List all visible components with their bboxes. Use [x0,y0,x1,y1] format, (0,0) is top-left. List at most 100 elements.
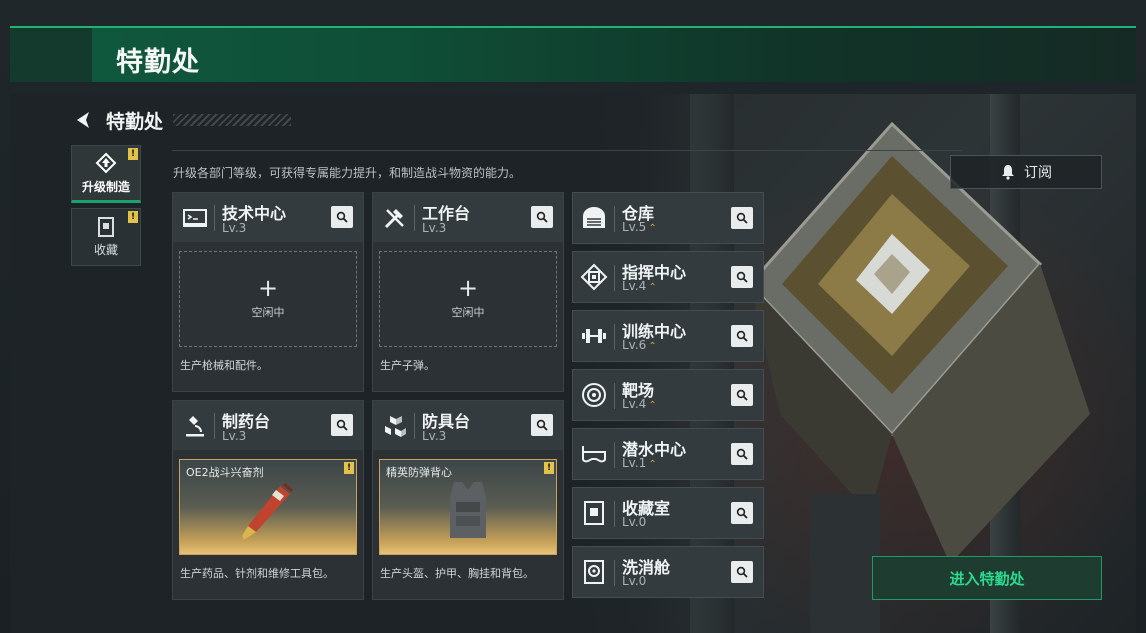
facility-collection-room[interactable]: 收藏室 Lv.0 [572,487,764,539]
nav-title: 特勤处 [106,110,164,133]
facility-level: Lv.6 ⌃ [622,338,657,352]
production-slot[interactable]: + 空闲中 [179,251,357,347]
search-icon [336,211,348,223]
app-screen: 特勤处 特勤处 ! 升级制造 ! 收藏 升级各部门等级，可获得专属能力提升，和制… [0,0,1146,633]
facility-level: Lv.0 [622,574,647,588]
subscribe-label: 订阅 [1024,165,1052,181]
dept-card-header[interactable]: 工作台 Lv.3 [373,193,563,242]
production-slot[interactable]: + 空闲中 [379,251,557,347]
search-button[interactable] [731,384,753,406]
dept-description: 生产子弹。 [380,359,435,372]
search-icon [736,448,748,460]
search-icon [736,271,748,283]
search-icon [736,507,748,519]
search-button[interactable] [331,206,353,228]
target-icon [582,383,606,407]
dept-card-pharmacy: 制药台 Lv.3 OE2战斗兴奋剂 ! 生产药品、针剂和维修工具包。 [172,400,364,600]
facility-level: Lv.5 ⌃ [622,220,657,234]
search-button[interactable] [731,266,753,288]
item-name: 精英防弹背心 [386,466,452,479]
back-arrow-icon[interactable] [72,109,94,131]
decontamination-icon [584,560,604,584]
bell-icon [1002,165,1014,180]
search-button[interactable] [331,414,353,436]
notification-badge: ! [344,462,354,474]
tab-label: 收藏 [93,242,118,257]
section-description: 升级各部门等级，可获得专属能力提升，和制造战斗物资的能力。 [173,166,522,180]
subscribe-button[interactable]: 订阅 [950,155,1102,189]
main-panel: 特勤处 ! 升级制造 ! 收藏 升级各部门等级，可获得专属能力提升，和制造战斗物… [10,94,1136,633]
nav-bar: 特勤处 [72,104,292,136]
facility-level: Lv.4 ⌃ [622,279,657,293]
nav-title-decoration [173,114,292,126]
computer-terminal-icon [183,209,207,227]
slot-status: 空闲中 [251,306,285,319]
search-button[interactable] [531,414,553,436]
tab-collection[interactable]: ! 收藏 [71,208,141,266]
search-icon [736,566,748,578]
collection-cabinet-icon [98,216,114,237]
facility-command-center[interactable]: 指挥中心 Lv.4 ⌃ [572,251,764,303]
dept-description: 生产枪械和配件。 [180,359,268,372]
stimulant-injector-image [242,482,293,540]
dept-card-header[interactable]: 制药台 Lv.3 [173,401,363,450]
window-header: 特勤处 [10,26,1136,82]
notification-badge: ! [544,462,554,474]
window-title: 特勤处 [116,47,200,78]
dept-level: Lv.3 [422,221,447,235]
dept-description: 生产头盔、护甲、胸挂和背包。 [380,567,534,580]
search-icon [736,212,748,224]
notification-badge: ! [128,148,138,160]
divider [172,150,962,151]
facility-diving-center[interactable]: 潜水中心 Lv.1 ⌃ [572,428,764,480]
dept-level: Lv.3 [422,429,447,443]
dept-card-header[interactable]: 技术中心 Lv.3 [173,193,363,242]
armor-blocks-icon [385,416,406,437]
search-icon [536,419,548,431]
slot-status: 空闲中 [451,306,485,319]
search-icon [336,419,348,431]
search-button[interactable] [731,325,753,347]
facility-decontamination-chamber[interactable]: 洗消舱 Lv.0 [572,546,764,598]
search-button[interactable] [531,206,553,228]
notification-badge: ! [128,211,138,223]
diving-mask-icon [582,446,606,463]
production-slot[interactable]: OE2战斗兴奋剂 ! [179,459,357,555]
facility-level: Lv.1 ⌃ [622,456,657,470]
enter-special-ops-button[interactable]: 进入特勤处 [872,556,1102,600]
dept-description: 生产药品、针剂和维修工具包。 [180,567,334,580]
search-button[interactable] [731,443,753,465]
tab-upgrade-manufacture[interactable]: ! 升级制造 [71,145,141,203]
level-up-arrow-icon: ⌃ [648,282,657,293]
dept-level: Lv.3 [222,221,247,235]
dumbbell-icon [582,329,606,343]
header-accent [10,28,92,82]
level-up-arrow-icon: ⌃ [648,223,657,234]
tab-label: 升级制造 [81,179,130,194]
search-button[interactable] [731,561,753,583]
search-button[interactable] [731,207,753,229]
dept-level: Lv.3 [222,429,247,443]
upgrade-gear-icon [95,152,117,173]
facility-level: Lv.4 ⌃ [622,397,657,411]
facility-training-center[interactable]: 训练中心 Lv.6 ⌃ [572,310,764,362]
level-up-arrow-icon: ⌃ [648,459,657,470]
microscope-icon [186,416,204,437]
facility-shooting-range[interactable]: 靶场 Lv.4 ⌃ [572,369,764,421]
facility-warehouse[interactable]: 仓库 Lv.5 ⌃ [572,192,764,244]
dept-card-header[interactable]: 防具台 Lv.3 [373,401,563,450]
armor-vest-image [450,482,486,538]
add-icon: + [257,274,279,302]
search-icon [736,389,748,401]
dept-card-workbench: 工作台 Lv.3 + 空闲中 生产子弹。 [372,192,564,392]
add-icon: + [457,274,479,302]
search-button[interactable] [731,502,753,524]
dept-card-armor-bench: 防具台 Lv.3 精英防弹背心 ! 生产头盔、护甲、胸挂和背包。 [372,400,564,600]
collection-room-icon [584,501,604,525]
command-chip-icon [580,263,608,291]
level-up-arrow-icon: ⌃ [648,341,657,352]
production-slot[interactable]: 精英防弹背心 ! [379,459,557,555]
item-name: OE2战斗兴奋剂 [186,466,264,479]
warehouse-icon [583,207,605,228]
facility-level: Lv.0 [622,515,647,529]
